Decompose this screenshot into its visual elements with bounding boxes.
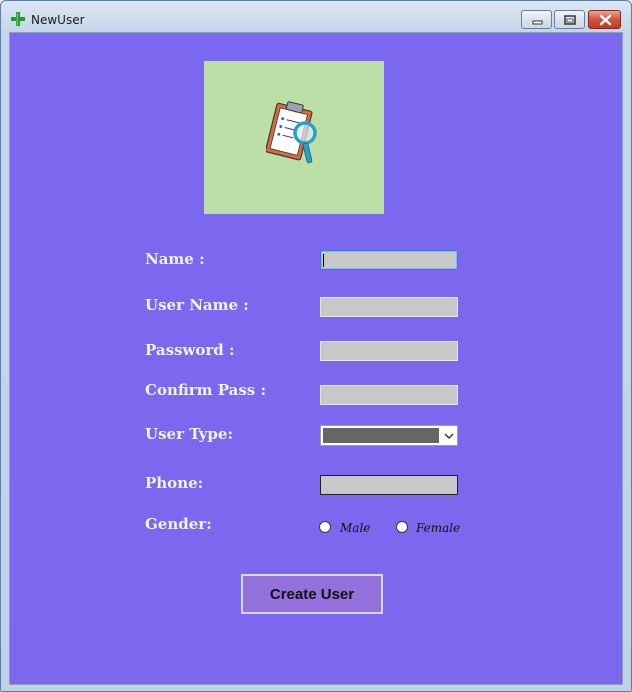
close-button[interactable] bbox=[588, 10, 621, 29]
minimize-button[interactable] bbox=[521, 10, 552, 29]
chevron-down-icon bbox=[444, 433, 454, 439]
create-user-button[interactable]: Create User bbox=[241, 574, 383, 614]
gender-female-radio[interactable] bbox=[396, 521, 408, 533]
username-label: User Name : bbox=[145, 296, 249, 314]
confirm-password-input[interactable] bbox=[320, 385, 458, 405]
phone-input[interactable] bbox=[320, 475, 458, 495]
gender-label: Gender: bbox=[145, 515, 212, 533]
maximize-button[interactable] bbox=[554, 10, 585, 29]
logo-panel bbox=[204, 61, 384, 214]
name-label: Name : bbox=[145, 250, 205, 268]
app-window: NewUser Name: User Name: Password: Co… bbox=[0, 0, 632, 692]
window-title: NewUser bbox=[31, 13, 85, 27]
gender-male-label[interactable]: Male bbox=[340, 521, 370, 535]
green-plus-icon bbox=[11, 12, 25, 26]
password-input[interactable] bbox=[320, 341, 458, 361]
title-bar[interactable]: NewUser bbox=[1, 1, 631, 31]
user-type-selected-value bbox=[323, 428, 439, 443]
confirm-password-label: Confirm Pass : bbox=[145, 381, 266, 399]
restore-icon bbox=[564, 15, 576, 25]
username-input[interactable] bbox=[320, 297, 458, 317]
name-input[interactable] bbox=[320, 250, 458, 270]
clipboard-search-icon bbox=[266, 101, 317, 164]
gender-female-label[interactable]: Female bbox=[416, 521, 460, 535]
phone-label: Phone: bbox=[145, 474, 204, 492]
user-type-label: User Type: bbox=[145, 425, 233, 443]
form-panel: Name : User Name : Password : Confirm Pa… bbox=[9, 32, 623, 685]
gender-male-radio[interactable] bbox=[319, 521, 331, 533]
close-icon bbox=[599, 14, 612, 26]
minimize-icon bbox=[532, 20, 543, 25]
user-type-select[interactable] bbox=[320, 425, 458, 446]
password-label: Password : bbox=[145, 341, 235, 359]
